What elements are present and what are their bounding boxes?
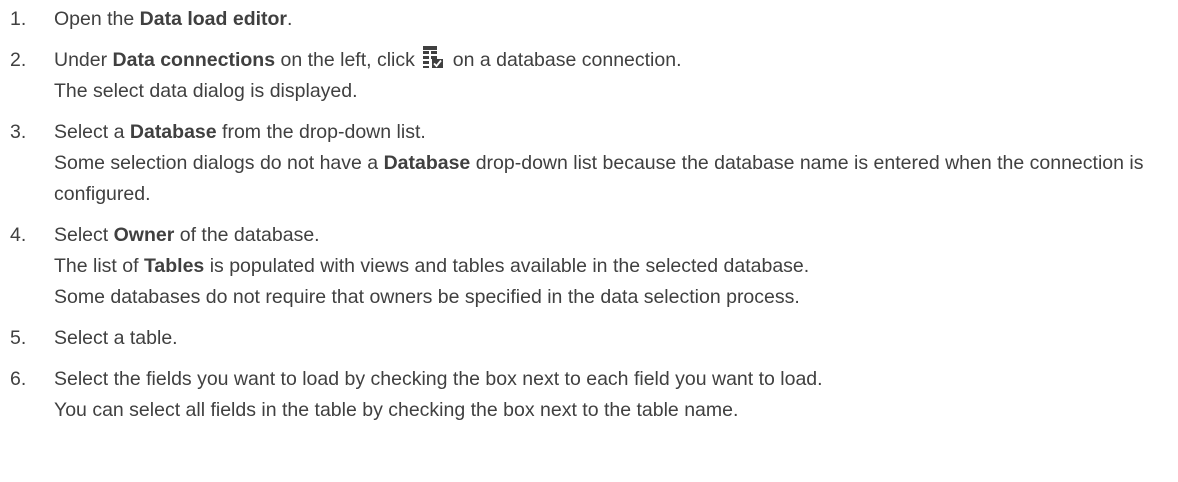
step-note: Some databases do not require that owner… <box>54 286 800 308</box>
step-note: Some selection dialogs do not have a Dat… <box>54 152 1144 205</box>
step-5: 5. Select a table. <box>0 323 1178 354</box>
step-text: Select a table. <box>54 327 178 349</box>
step-number: 5. <box>10 327 27 349</box>
step-note: The select data dialog is displayed. <box>54 80 358 102</box>
step-number: 1. <box>10 8 27 30</box>
step-1: 1. Open the Data load editor. <box>0 4 1178 35</box>
step-text: Under Data connections on the left, clic… <box>54 45 1178 76</box>
step-number: 4. <box>10 224 27 246</box>
ui-term-data-connections: Data connections <box>112 49 276 71</box>
ui-term-database: Database <box>129 121 217 143</box>
ui-term-database: Database <box>383 152 471 174</box>
step-number: 3. <box>10 121 27 143</box>
step-text: Open the Data load editor. <box>54 8 293 30</box>
step-note: You can select all fields in the table b… <box>54 399 739 421</box>
step-number: 2. <box>10 49 27 71</box>
step-4: 4. Select Owner of the database. The lis… <box>0 220 1178 313</box>
step-2: 2. Under Data connections on the left, c… <box>0 45 1178 107</box>
step-text: Select a Database from the drop-down lis… <box>54 121 426 143</box>
ui-term-tables: Tables <box>143 255 205 277</box>
ui-term-owner: Owner <box>113 224 175 246</box>
instruction-steps: 1. Open the Data load editor. 2. Under D… <box>0 0 1178 426</box>
select-data-table-icon <box>422 45 444 69</box>
ui-term-data-load-editor: Data load editor <box>139 8 288 30</box>
step-text: Select the fields you want to load by ch… <box>54 368 823 390</box>
step-number: 6. <box>10 368 27 390</box>
step-6: 6. Select the fields you want to load by… <box>0 364 1178 426</box>
step-note: The list of Tables is populated with vie… <box>54 255 810 277</box>
step-text: Select Owner of the database. <box>54 224 320 246</box>
step-3: 3. Select a Database from the drop-down … <box>0 117 1178 210</box>
